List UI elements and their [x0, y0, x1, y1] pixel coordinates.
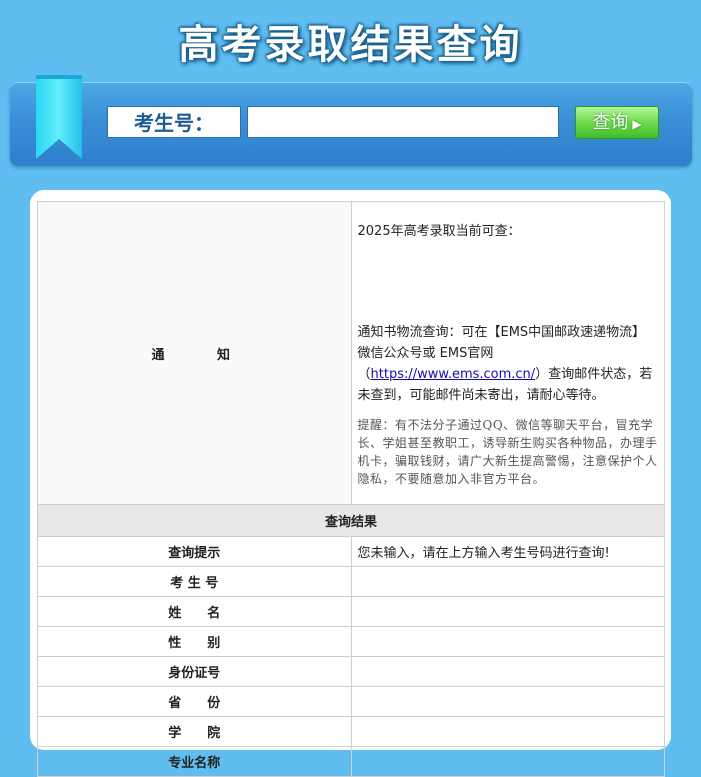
row-value-college [350, 716, 665, 747]
table-row: 查询提示 您未输入，请在上方输入考生号码进行查询! [37, 536, 665, 567]
row-value-major [350, 746, 665, 777]
row-label-exam-number: 考 生 号 [37, 566, 352, 597]
row-label-id-number: 身份证号 [37, 656, 352, 687]
row-label-name: 姓 名 [37, 596, 352, 627]
notice-logistics: 通知书物流查询：可在【EMS中国邮政速递物流】微信公众号或 EMS官网（http… [358, 322, 659, 406]
table-row: 学 院 [37, 716, 665, 747]
page-title: 高考录取结果查询 [178, 22, 523, 68]
notice-headline: 2025年高考录取当前可查： [357, 224, 521, 239]
exam-number-label: 考生号： [107, 106, 241, 138]
table-row: 考 生 号 [37, 566, 665, 597]
bookmark-ribbon-icon [36, 75, 82, 159]
query-button-label: 查询 [592, 112, 629, 133]
query-button[interactable]: 查询 ▶ [575, 106, 659, 139]
row-label-college: 学 院 [37, 716, 352, 747]
table-row: 省 份 [37, 686, 665, 717]
ems-link[interactable]: https://www.ems.com.cn/ [371, 367, 536, 382]
row-value-exam-number [350, 566, 665, 597]
row-value-province [350, 686, 665, 717]
row-label-major: 专业名称 [37, 746, 352, 777]
triangle-right-icon: ▶ [632, 117, 642, 131]
notice-label: 通 知 [37, 201, 352, 505]
row-value-id-number [350, 656, 665, 687]
table-row: 姓 名 [37, 596, 665, 627]
hint-label: 查询提示 [37, 536, 352, 567]
results-section-title: 查询结果 [37, 504, 665, 537]
table-row: 专业名称 [37, 746, 665, 777]
row-value-name [350, 596, 665, 627]
row-value-gender [350, 626, 665, 657]
row-label-province: 省 份 [37, 686, 352, 717]
info-table: 通 知 2025年高考录取当前可查： 通知书物流查询：可在【EMS中国邮政速递物… [37, 201, 665, 777]
hint-value: 您未输入，请在上方输入考生号码进行查询! [350, 536, 665, 567]
notice-content: 2025年高考录取当前可查： 通知书物流查询：可在【EMS中国邮政速递物流】微信… [350, 201, 665, 505]
notice-warning: 提醒：有不法分子通过QQ、微信等聊天平台，冒充学长、学姐甚至教职工，诱导新生购买… [357, 418, 658, 486]
row-label-gender: 性 别 [37, 626, 352, 657]
exam-number-input[interactable] [247, 106, 559, 138]
table-row: 身份证号 [37, 656, 665, 687]
table-row: 性 别 [37, 626, 665, 657]
